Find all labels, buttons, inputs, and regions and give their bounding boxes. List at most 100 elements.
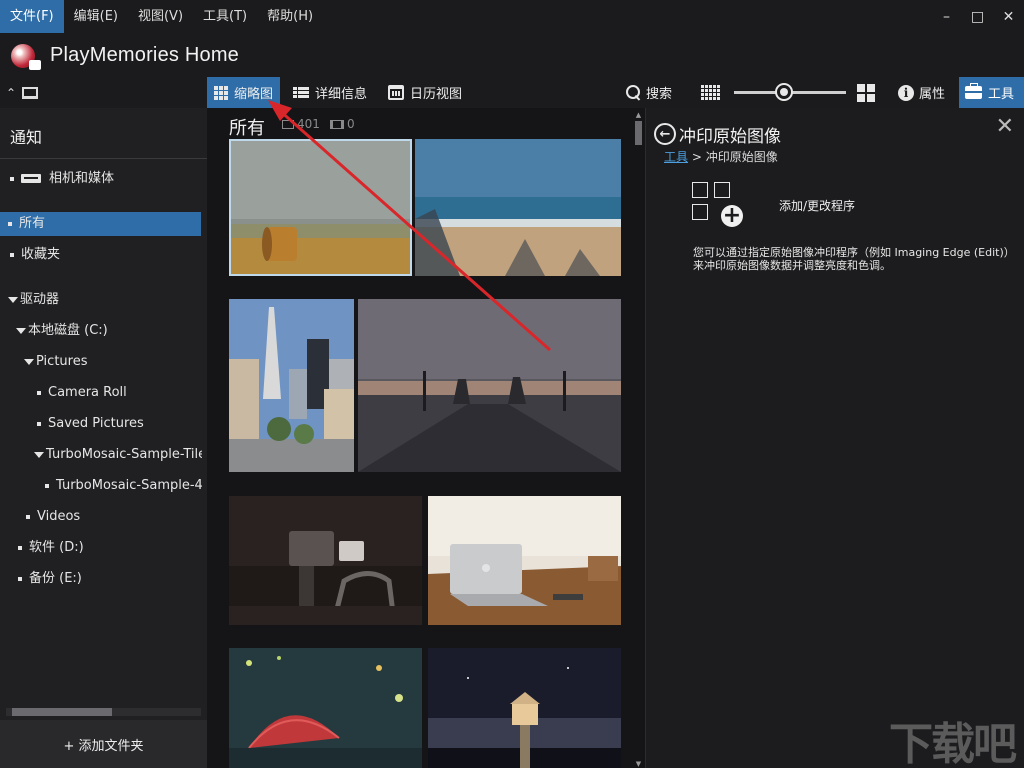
expand-triangle-icon[interactable] <box>8 296 18 303</box>
expand-triangle-icon[interactable] <box>24 358 34 365</box>
details-list-icon <box>293 87 309 98</box>
bullet-icon <box>18 576 22 581</box>
sidebar-item-camera-media[interactable]: 相机和媒体 <box>10 167 114 191</box>
site-watermark: 下载吧 <box>889 719 1017 768</box>
bullet-icon <box>10 252 14 257</box>
expand-triangle-icon[interactable] <box>16 327 26 334</box>
sidebar-item-drive-d[interactable]: 软件 (D:) <box>18 536 84 560</box>
close-panel-icon[interactable]: ✕ <box>996 114 1014 139</box>
thumbnail-bridge[interactable] <box>358 299 621 472</box>
thumbnail-projector[interactable] <box>229 496 422 625</box>
tab-details[interactable]: 详细信息 <box>286 77 374 108</box>
device-icon <box>21 174 41 183</box>
bullet-icon <box>10 176 14 181</box>
photo-count-value: 401 <box>297 117 320 131</box>
add-change-program-link[interactable]: 添加/更改程序 <box>779 197 855 214</box>
breadcrumb-current: 冲印原始图像 <box>705 150 778 164</box>
thumbnail-area: 所有 401 0 <box>207 108 645 768</box>
pier-photo <box>428 648 621 768</box>
tools-label: 工具 <box>988 87 1015 102</box>
video-count-value: 0 <box>347 117 355 131</box>
maximize-button[interactable]: □ <box>962 0 993 33</box>
thumbnail-city[interactable] <box>229 299 354 472</box>
app-title-bar: PlayMemories Home <box>0 33 1024 77</box>
sidebar-toggle-group: ⌃ <box>0 77 207 108</box>
sidebar-item-label: TurboMosaic-Sample-4( <box>56 478 202 493</box>
sidebar-item-saved-pictures[interactable]: Saved Pictures <box>37 412 144 436</box>
scrollbar-thumb[interactable] <box>635 121 642 145</box>
sidebar-horizontal-scrollbar[interactable] <box>6 708 201 716</box>
scroll-up-arrow-icon[interactable]: ▲ <box>634 111 643 119</box>
thumbnail-vertical-scrollbar[interactable]: ▲ ▼ <box>634 111 643 768</box>
add-folder-button[interactable]: + 添加文件夹 <box>0 720 207 768</box>
video-count: 0 <box>330 117 355 131</box>
sidebar-item-drive-c[interactable]: 本地磁盘 (C:) <box>16 319 108 343</box>
calendar-icon <box>388 85 404 100</box>
sidebar-item-label: 本地磁盘 (C:) <box>28 323 108 338</box>
close-window-button[interactable]: ✕ <box>993 0 1024 33</box>
menu-tools[interactable]: 工具(T) <box>193 0 257 33</box>
sidebar-item-favorites[interactable]: 收藏夹 <box>10 243 60 267</box>
monitor-icon[interactable] <box>22 86 39 99</box>
breadcrumb-link-tools[interactable]: 工具 <box>664 150 688 164</box>
small-thumbnails-button[interactable] <box>701 77 720 108</box>
breadcrumb-separator: > <box>688 150 706 164</box>
sidebar-item-drives[interactable]: 驱动器 <box>8 288 59 312</box>
panel-description: 您可以通过指定原始图像冲印程序（例如 Imaging Edge (Edit)）来… <box>693 246 1010 272</box>
thumbnail-beach[interactable] <box>415 139 621 276</box>
bullet-icon <box>37 421 41 426</box>
collapse-chevron-icon[interactable]: ⌃ <box>6 86 16 100</box>
beach-photo <box>415 139 621 276</box>
menu-view[interactable]: 视图(V) <box>128 0 193 33</box>
search-icon <box>626 85 641 100</box>
tab-thumbnails[interactable]: 缩略图 <box>207 77 281 108</box>
sidebar-title[interactable]: 通知 <box>10 124 42 148</box>
thumbnail-pier[interactable] <box>428 648 621 768</box>
hay-bale-photo <box>229 139 412 276</box>
photo-count: 401 <box>282 117 320 131</box>
sidebar-item-turbomosaic-tile[interactable]: TurboMosaic-Sample-Tile <box>34 443 202 467</box>
tools-button[interactable]: 工具 <box>959 77 1024 108</box>
sidebar-item-label: Saved Pictures <box>48 416 144 431</box>
sidebar-item-label: Camera Roll <box>48 385 127 400</box>
sidebar-item-turbomosaic-4[interactable]: TurboMosaic-Sample-4( <box>45 474 202 498</box>
search-label: 搜索 <box>646 87 673 102</box>
scroll-down-arrow-icon[interactable]: ▼ <box>634 760 643 768</box>
expand-triangle-icon[interactable] <box>34 451 44 458</box>
large-thumbnails-button[interactable] <box>857 77 875 108</box>
tab-calendar-label: 日历视图 <box>410 87 463 102</box>
thumbnail-laptop[interactable] <box>428 496 621 625</box>
view-toolbar: ⌃ 缩略图 详细信息 日历视图 搜索 i 属性 工具 <box>0 77 1024 108</box>
search-button[interactable]: 搜索 <box>626 77 672 108</box>
breadcrumb: 工具 > 冲印原始图像 <box>664 148 778 165</box>
menu-edit[interactable]: 编辑(E) <box>64 0 128 33</box>
thumbnail-umbrella[interactable] <box>229 648 422 768</box>
zoom-slider-thumb[interactable] <box>775 83 794 101</box>
sidebar-item-label: TurboMosaic-Sample-Tile <box>46 447 202 462</box>
sidebar-item-camera-roll[interactable]: Camera Roll <box>37 381 127 405</box>
laptop-photo <box>428 496 621 625</box>
sidebar-item-videos[interactable]: Videos <box>26 505 80 529</box>
sidebar-item-all[interactable]: 所有 <box>0 212 201 236</box>
thumbnail-hay-bale[interactable] <box>229 139 412 276</box>
menu-file[interactable]: 文件(F) <box>0 0 64 33</box>
add-program-icon[interactable]: + <box>692 182 744 228</box>
photo-icon <box>282 119 294 129</box>
bullet-icon <box>45 483 49 488</box>
properties-button[interactable]: i 属性 <box>898 77 945 108</box>
sidebar-item-label: 备份 (E:) <box>29 571 82 586</box>
sidebar-item-label: Videos <box>37 509 81 524</box>
back-arrow-icon[interactable]: ← <box>654 123 676 145</box>
minimize-button[interactable]: – <box>931 0 962 33</box>
small-grid-icon <box>701 85 720 100</box>
large-grid-icon <box>857 83 875 102</box>
sidebar-item-pictures[interactable]: Pictures <box>24 350 87 374</box>
city-photo <box>229 299 354 472</box>
sidebar-item-label: 所有 <box>19 216 46 231</box>
sidebar-item-drive-e[interactable]: 备份 (E:) <box>18 567 82 591</box>
bullet-icon <box>18 545 22 550</box>
menu-help[interactable]: 帮助(H) <box>257 0 323 33</box>
scrollbar-thumb[interactable] <box>12 708 112 716</box>
umbrella-photo <box>229 648 422 768</box>
tab-calendar[interactable]: 日历视图 <box>381 77 469 108</box>
